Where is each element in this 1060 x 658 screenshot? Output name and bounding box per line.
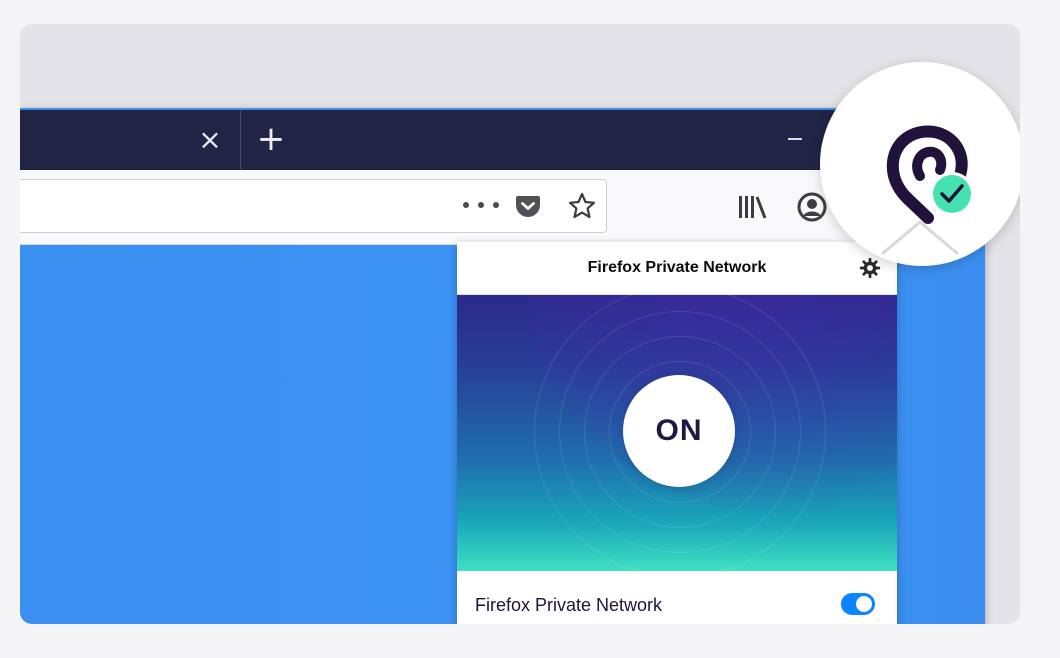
vpn-toggle-row: Firefox Private Network — [457, 571, 897, 624]
library-icon[interactable] — [736, 192, 770, 222]
bookmark-star-icon[interactable] — [567, 191, 597, 221]
vpn-toggle-switch[interactable] — [841, 593, 875, 615]
close-tab-button[interactable]: × — [198, 120, 222, 160]
vpn-status-hero: ON — [457, 295, 897, 571]
pocket-icon[interactable] — [515, 193, 541, 219]
vpn-toggle-label: Firefox Private Network — [475, 595, 663, 615]
account-icon[interactable] — [796, 191, 828, 223]
callout-pointer-caret — [881, 220, 959, 256]
extension-icon-callout — [820, 62, 1020, 266]
screenshot-card: × + Firefox Private Network ON Firefox P… — [20, 24, 1020, 624]
vpn-panel: Firefox Private Network ON Firefox Priva… — [457, 242, 897, 624]
gear-icon[interactable] — [859, 257, 881, 279]
vpn-status-button[interactable]: ON — [623, 375, 735, 487]
page-actions-icon[interactable] — [463, 194, 499, 216]
toggle-knob — [856, 596, 872, 612]
new-tab-button[interactable]: + — [254, 120, 288, 160]
tab-separator — [240, 110, 241, 170]
vpn-panel-title: Firefox Private Network — [587, 259, 767, 276]
minimize-button[interactable] — [788, 138, 802, 140]
vpn-panel-header: Firefox Private Network — [457, 242, 897, 295]
url-bar[interactable] — [20, 179, 607, 233]
